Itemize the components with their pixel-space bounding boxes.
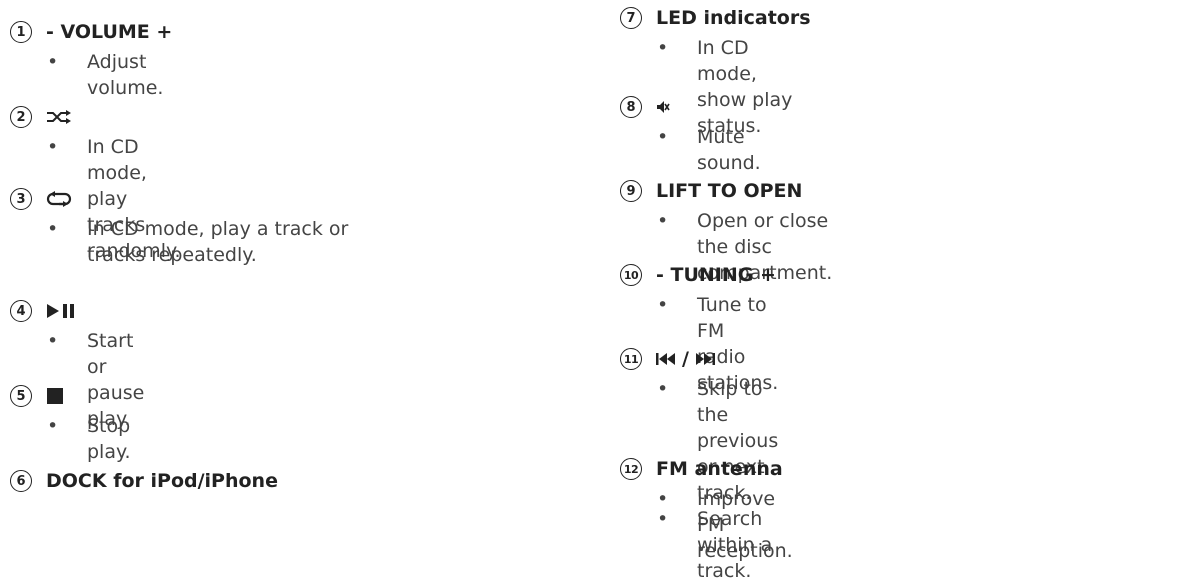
bullet-item: • Adjust volume. xyxy=(47,51,164,99)
item-number: 6 xyxy=(10,470,32,492)
item-title: - TUNING + xyxy=(656,264,776,286)
repeat-icon xyxy=(46,189,72,209)
prev-next-icon: / xyxy=(656,348,715,370)
item-number: 7 xyxy=(620,7,642,29)
item-title: - VOLUME + xyxy=(46,21,173,43)
item-number: 5 xyxy=(10,385,32,407)
item-dock: 6 DOCK for iPod/iPhone xyxy=(10,464,278,498)
item-number: 8 xyxy=(620,96,642,118)
item-number: 2 xyxy=(10,106,32,128)
bullet-item: • Mute sound. xyxy=(657,126,761,174)
item-fm-antenna: 12 FM antenna • Improve FM reception. xyxy=(620,452,793,564)
item-title: LIFT TO OPEN xyxy=(656,180,803,202)
mute-icon xyxy=(656,97,670,117)
item-stop: 5 • Stop play. xyxy=(10,379,131,465)
item-repeat: 3 • In CD mode, play a track or tracks re… xyxy=(10,182,570,268)
item-title: DOCK for iPod/iPhone xyxy=(46,470,278,492)
separator-slash: / xyxy=(682,348,689,370)
item-number: 9 xyxy=(620,180,642,202)
item-number: 10 xyxy=(620,264,642,286)
item-number: 11 xyxy=(620,348,642,370)
bullet-item: • Stop play. xyxy=(47,415,131,463)
bullet-item: • Improve FM reception. xyxy=(657,488,793,562)
item-mute: 8 • Mute sound. xyxy=(620,90,761,176)
item-number: 4 xyxy=(10,300,32,322)
play-pause-icon xyxy=(46,301,76,321)
stop-icon xyxy=(46,386,64,406)
manual-page: 1 - VOLUME + • Adjust volume. 2 • In CD … xyxy=(0,0,1184,582)
item-volume: 1 - VOLUME + • Adjust volume. xyxy=(10,15,172,101)
item-title: FM antenna xyxy=(656,458,783,480)
item-number: 1 xyxy=(10,21,32,43)
item-number: 3 xyxy=(10,188,32,210)
item-number: 12 xyxy=(620,458,642,480)
shuffle-icon xyxy=(46,107,72,127)
bullet-item: • In CD mode, play a track or tracks repe… xyxy=(47,218,349,266)
item-title: LED indicators xyxy=(656,7,811,29)
